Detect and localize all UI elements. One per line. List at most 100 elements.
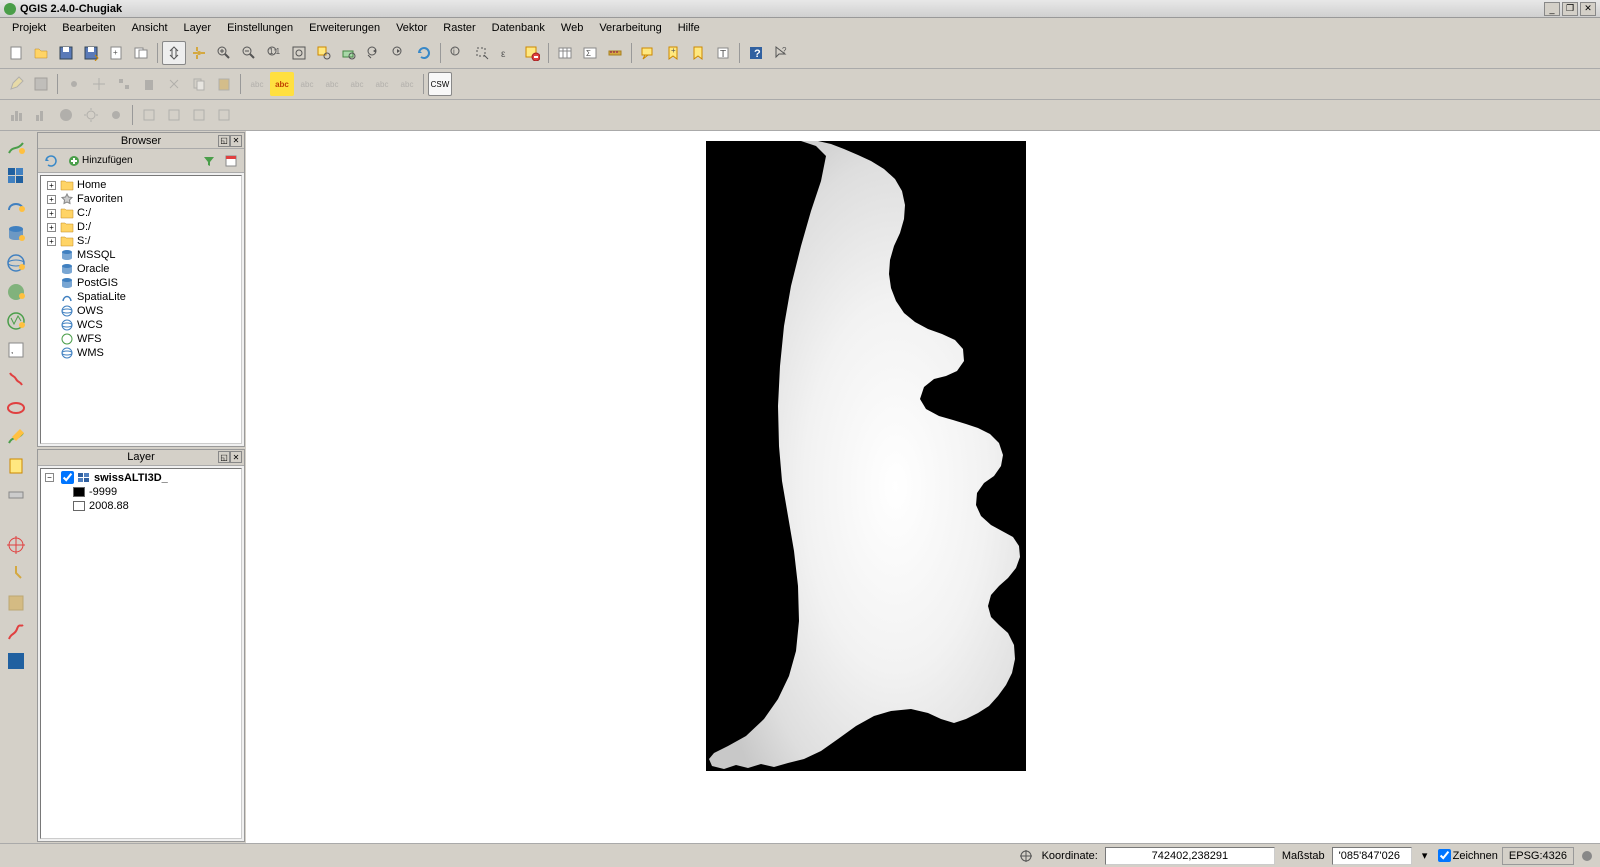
add-wfs-button[interactable] — [2, 307, 30, 335]
label-abc-6-button[interactable]: abc — [370, 72, 394, 96]
raster-tool-3-button[interactable] — [187, 103, 211, 127]
node-tool-button[interactable] — [112, 72, 136, 96]
menu-bearbeiten[interactable]: Bearbeiten — [54, 20, 123, 36]
tree-item-wms[interactable]: WMS — [43, 346, 239, 360]
tree-item-d-drive[interactable]: +D:/ — [43, 220, 239, 234]
add-postgis-button[interactable] — [2, 220, 30, 248]
add-wcs-button[interactable] — [2, 278, 30, 306]
add-spatialite-button[interactable] — [2, 191, 30, 219]
scale-input[interactable]: '085'847'026 — [1332, 847, 1412, 865]
zoom-selection-button[interactable] — [312, 41, 336, 65]
add-oracle-button[interactable] — [2, 394, 30, 422]
map-tips-button[interactable] — [636, 41, 660, 65]
layer-close-button[interactable]: ✕ — [230, 451, 242, 463]
zoom-in-button[interactable] — [212, 41, 236, 65]
new-composer-button[interactable]: + — [104, 41, 128, 65]
tree-item-c-drive[interactable]: +C:/ — [43, 206, 239, 220]
scale-dropdown-button[interactable]: ▾ — [1416, 847, 1434, 865]
zoom-next-button[interactable] — [387, 41, 411, 65]
save-as-button[interactable] — [79, 41, 103, 65]
add-vector-button[interactable] — [2, 133, 30, 161]
tree-item-mssql[interactable]: MSSQL — [43, 248, 239, 262]
save-project-button[interactable] — [54, 41, 78, 65]
label-abc-4-button[interactable]: abc — [320, 72, 344, 96]
browser-refresh-button[interactable] — [42, 152, 60, 170]
label-abc-highlighted-button[interactable]: abc — [270, 72, 294, 96]
browser-close-button[interactable]: ✕ — [230, 135, 242, 147]
new-button[interactable] — [2, 452, 30, 480]
menu-verarbeitung[interactable]: Verarbeitung — [591, 20, 669, 36]
menu-projekt[interactable]: Projekt — [4, 20, 54, 36]
tree-item-favoriten[interactable]: +Favoriten — [43, 192, 239, 206]
add-delimited-button[interactable]: , — [2, 336, 30, 364]
gps-button[interactable] — [2, 531, 30, 559]
coordinate-capture-button[interactable] — [2, 560, 30, 588]
tree-item-spatialite[interactable]: SpatiaLite — [43, 290, 239, 304]
deselect-button[interactable] — [520, 41, 544, 65]
maximize-button[interactable]: ❐ — [1562, 2, 1578, 16]
layer-expand-button[interactable]: − — [45, 473, 54, 482]
edit-button[interactable] — [4, 72, 28, 96]
add-wms-button[interactable] — [2, 249, 30, 277]
label-abc-1-button[interactable]: abc — [245, 72, 269, 96]
save-edits-button[interactable] — [29, 72, 53, 96]
crs-display[interactable]: EPSG:4326 — [1502, 847, 1574, 865]
menu-web[interactable]: Web — [553, 20, 591, 36]
select-expression-button[interactable]: ε — [495, 41, 519, 65]
georeferencer-button[interactable] — [2, 589, 30, 617]
render-toggle[interactable]: Zeichnen — [1438, 849, 1498, 862]
menu-einstellungen[interactable]: Einstellungen — [219, 20, 301, 36]
raster-tool-2-button[interactable] — [162, 103, 186, 127]
text-annotation-button[interactable]: T — [711, 41, 735, 65]
remove-layer-button[interactable] — [2, 481, 30, 509]
move-feature-button[interactable] — [87, 72, 111, 96]
render-checkbox[interactable] — [1438, 849, 1451, 862]
tree-item-wcs[interactable]: WCS — [43, 318, 239, 332]
open-project-button[interactable] — [29, 41, 53, 65]
menu-erweiterungen[interactable]: Erweiterungen — [301, 20, 388, 36]
layer-item-swissalti3d[interactable]: − swissALTI3D_ — [43, 471, 239, 485]
new-project-button[interactable] — [4, 41, 28, 65]
label-abc-5-button[interactable]: abc — [345, 72, 369, 96]
tree-item-wfs[interactable]: WFS — [43, 332, 239, 346]
tree-item-s-drive[interactable]: +S:/ — [43, 234, 239, 248]
help-button[interactable]: ? — [744, 41, 768, 65]
bookmarks-button[interactable] — [686, 41, 710, 65]
layer-undock-button[interactable]: ◱ — [218, 451, 230, 463]
map-canvas[interactable] — [246, 131, 1600, 843]
layer-visibility-checkbox[interactable] — [61, 471, 74, 484]
zoom-out-button[interactable] — [237, 41, 261, 65]
field-calc-button[interactable]: Σ — [578, 41, 602, 65]
cut-button[interactable] — [162, 72, 186, 96]
menu-layer[interactable]: Layer — [176, 20, 220, 36]
measure-button[interactable] — [603, 41, 627, 65]
copy-button[interactable] — [187, 72, 211, 96]
paste-button[interactable] — [212, 72, 236, 96]
add-feature-button[interactable] — [62, 72, 86, 96]
menu-hilfe[interactable]: Hilfe — [670, 20, 708, 36]
add-raster-button[interactable] — [2, 162, 30, 190]
label-abc-3-button[interactable]: abc — [295, 72, 319, 96]
whats-this-button[interactable]: ? — [769, 41, 793, 65]
menu-datenbank[interactable]: Datenbank — [484, 20, 553, 36]
road-graph-button[interactable] — [2, 618, 30, 646]
refresh-button[interactable] — [412, 41, 436, 65]
tree-item-ows[interactable]: OWS — [43, 304, 239, 318]
raster-tool-4-button[interactable] — [212, 103, 236, 127]
select-button[interactable] — [470, 41, 494, 65]
pan-to-selection-button[interactable] — [187, 41, 211, 65]
metasearch-button[interactable] — [2, 647, 30, 675]
toggle-extents-button[interactable] — [1017, 847, 1035, 865]
raster-brightness-down-button[interactable] — [104, 103, 128, 127]
zoom-full-button[interactable] — [287, 41, 311, 65]
label-abc-7-button[interactable]: abc — [395, 72, 419, 96]
zoom-layer-button[interactable] — [337, 41, 361, 65]
tree-item-oracle[interactable]: Oracle — [43, 262, 239, 276]
tree-item-home[interactable]: +Home — [43, 178, 239, 192]
add-mssql-button[interactable] — [2, 365, 30, 393]
raster-stretch-button[interactable] — [29, 103, 53, 127]
browser-tree[interactable]: +Home +Favoriten +C:/ +D:/ +S:/ MSSQL Or… — [40, 175, 242, 444]
tree-item-postgis[interactable]: PostGIS — [43, 276, 239, 290]
menu-ansicht[interactable]: Ansicht — [123, 20, 175, 36]
menu-raster[interactable]: Raster — [435, 20, 483, 36]
